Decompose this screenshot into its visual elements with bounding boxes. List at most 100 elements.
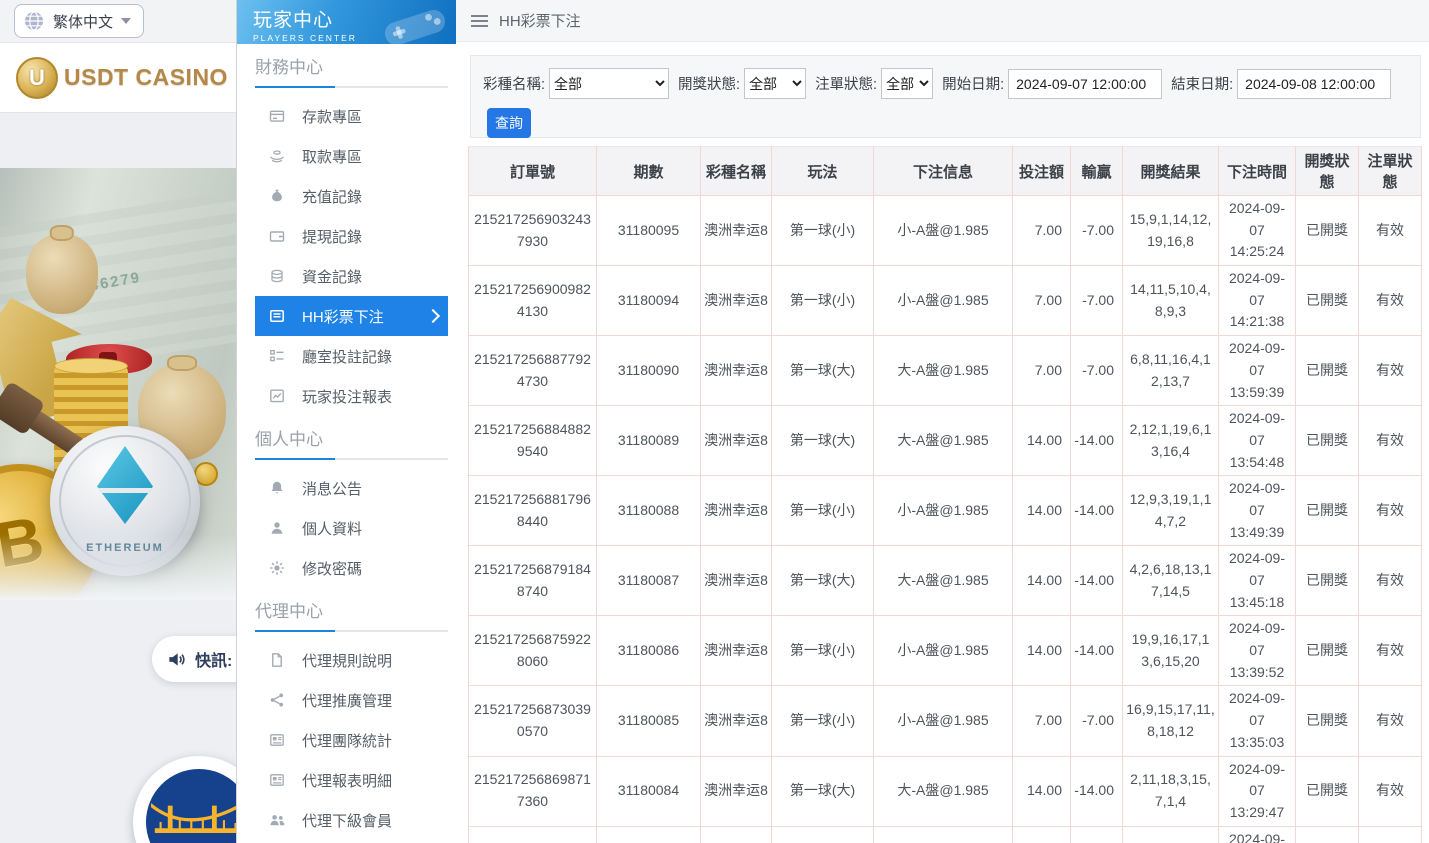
sidebar-item-funds-record[interactable]: 資金記錄: [255, 256, 448, 296]
report-icon: [269, 772, 285, 788]
start-date-input[interactable]: [1008, 69, 1162, 99]
sidebar-item-label: 資金記錄: [302, 266, 362, 287]
table-cell: 已開獎: [1296, 476, 1359, 546]
table-cell: 15,9,1,14,12,19,16,8: [1123, 196, 1219, 266]
column-header: 注單狀態: [1359, 147, 1422, 196]
sidebar-item-profile[interactable]: 個人資料: [255, 508, 448, 548]
table-cell: 小-A盤@1.985: [874, 266, 1013, 336]
sidebar-item-label: 修改密碼: [302, 558, 362, 579]
funds-record-icon: [269, 268, 285, 284]
table-cell: 大-A盤@1.985: [874, 756, 1013, 826]
table-cell: 澳洲幸运8: [701, 196, 772, 266]
sidebar-item-label: 廳室投註記錄: [302, 346, 392, 367]
ethereum-diamond-icon: [97, 446, 153, 524]
table-cell: 31180094: [597, 266, 701, 336]
table-row: 215217256879184874031180087澳洲幸运8第一球(大)大-…: [469, 546, 1422, 616]
table-cell: 31180083: [597, 826, 701, 843]
table-cell: 4,2,6,18,13,17,14,5: [1123, 546, 1219, 616]
end-date-input[interactable]: [1237, 69, 1391, 99]
table-cell: 14.00: [1013, 546, 1071, 616]
sidebar-item-room-bet-record[interactable]: 廳室投註記錄: [255, 336, 448, 376]
table-cell: 2152172568817968440: [469, 476, 597, 546]
column-header: 開獎結果: [1123, 147, 1219, 196]
sidebar-item-agent-team-stats[interactable]: 代理團隊統計: [255, 720, 448, 760]
table-cell: 第一球(大): [772, 546, 874, 616]
search-button[interactable]: 查詢: [487, 108, 531, 138]
lottery-name-select[interactable]: 全部: [549, 68, 669, 99]
table-cell: 2024-09-07 13:54:48: [1219, 406, 1296, 476]
table-cell: 澳洲幸运8: [701, 616, 772, 686]
gear-icon: [269, 560, 285, 576]
person-icon: [269, 520, 285, 536]
sidebar-item-recharge-record[interactable]: 充值記錄: [255, 176, 448, 216]
table-cell: -14.00: [1071, 756, 1123, 826]
section-underline: [255, 86, 448, 88]
table-cell: -14.00: [1071, 546, 1123, 616]
table-wrap: 訂單號期數彩種名稱玩法下注信息投注額輸贏開獎結果下注時間開獎狀態注單狀態 215…: [468, 146, 1421, 843]
table-cell: 2024-09-07 13:59:39: [1219, 336, 1296, 406]
table-row: 215217256869871736031180084澳洲幸运8第一球(大)大-…: [469, 756, 1422, 826]
hero-image: KB 46279 B ETHEREUM: [0, 168, 236, 600]
table-cell: 有效: [1359, 476, 1422, 546]
table-cell: 2024-09-07 13:25:02: [1219, 826, 1296, 843]
table-cell: 第一球(小): [772, 196, 874, 266]
table-cell: 小-A盤@1.985: [874, 826, 1013, 843]
table-cell: 有效: [1359, 266, 1422, 336]
table-cell: 2024-09-07 14:25:24: [1219, 196, 1296, 266]
table-cell: 第一球(大): [772, 406, 874, 476]
globe-icon: [23, 10, 45, 32]
sidebar-item-deposit[interactable]: 存款專區: [255, 96, 448, 136]
table-cell: 31180087: [597, 546, 701, 616]
player-bet-report-icon: [269, 388, 285, 404]
table-cell: 14.00: [1013, 616, 1071, 686]
sidebar-item-announcements[interactable]: 消息公告: [255, 468, 448, 508]
table-cell: 14.00: [1013, 826, 1071, 843]
order-status-select[interactable]: 全部: [881, 68, 933, 99]
share-icon: [269, 692, 285, 708]
column-header: 彩種名稱: [701, 147, 772, 196]
main-content: HH彩票下注 彩種名稱: 全部 開獎狀態: 全部 注單狀態: 全部 開始日期: …: [456, 0, 1429, 843]
ticker-label: 快訊:: [195, 647, 232, 671]
section-underline: [255, 458, 448, 460]
table-cell: 有效: [1359, 826, 1422, 843]
hamburger-icon[interactable]: [471, 15, 488, 27]
sidebar-item-withdrawal-record[interactable]: 提現記錄: [255, 216, 448, 256]
sidebar-item-withdraw[interactable]: 取款專區: [255, 136, 448, 176]
table-cell: 14.00: [1013, 476, 1071, 546]
sidebar-item-player-bet-report[interactable]: 玩家投注報表: [255, 376, 448, 416]
order-status-label: 注單狀態:: [815, 73, 877, 94]
table-cell: 大-A盤@1.985: [874, 336, 1013, 406]
table-cell: 31180088: [597, 476, 701, 546]
sidebar-item-agent-report-detail[interactable]: 代理報表明細: [255, 760, 448, 800]
table-cell: 第一球(大): [772, 336, 874, 406]
table-cell: 31180084: [597, 756, 701, 826]
column-header: 期數: [597, 147, 701, 196]
bridge-logo-icon: [146, 769, 237, 843]
column-header: 下注時間: [1219, 147, 1296, 196]
sidebar-item-label: 個人資料: [302, 518, 362, 539]
room-bet-record-icon: [269, 348, 285, 364]
start-date-label: 開始日期:: [942, 73, 1004, 94]
sidebar-item-agent-promotion[interactable]: 代理推廣管理: [255, 680, 448, 720]
table-cell: -14.00: [1071, 826, 1123, 843]
table-cell: 19,9,16,17,13,6,15,20: [1123, 616, 1219, 686]
sidebar-item-hh-lottery-bet[interactable]: HH彩票下注: [255, 296, 448, 336]
table-cell: 有效: [1359, 406, 1422, 476]
draw-status-select[interactable]: 全部: [744, 68, 806, 99]
table-cell: 2152172568877924730: [469, 336, 597, 406]
table-cell: -7.00: [1071, 196, 1123, 266]
table-cell: 小-A盤@1.985: [874, 196, 1013, 266]
table-cell: -14.00: [1071, 406, 1123, 476]
language-selector[interactable]: 繁体中文: [14, 4, 144, 38]
table-cell: 澳洲幸运8: [701, 476, 772, 546]
table-cell: 第一球(小): [772, 826, 874, 843]
column-header: 玩法: [772, 147, 874, 196]
filter-row: 彩種名稱: 全部 開獎狀態: 全部 注單狀態: 全部 開始日期: 結束日期:: [483, 68, 1420, 99]
sidebar-item-agent-sub-members[interactable]: 代理下級會員: [255, 800, 448, 840]
table-cell: 14.00: [1013, 756, 1071, 826]
table-cell: 2024-09-07 13:49:39: [1219, 476, 1296, 546]
language-label: 繁体中文: [53, 11, 113, 32]
sidebar-item-agent-rules[interactable]: 代理規則說明: [255, 640, 448, 680]
sidebar-item-change-password[interactable]: 修改密碼: [255, 548, 448, 588]
table-cell: 大-A盤@1.985: [874, 406, 1013, 476]
